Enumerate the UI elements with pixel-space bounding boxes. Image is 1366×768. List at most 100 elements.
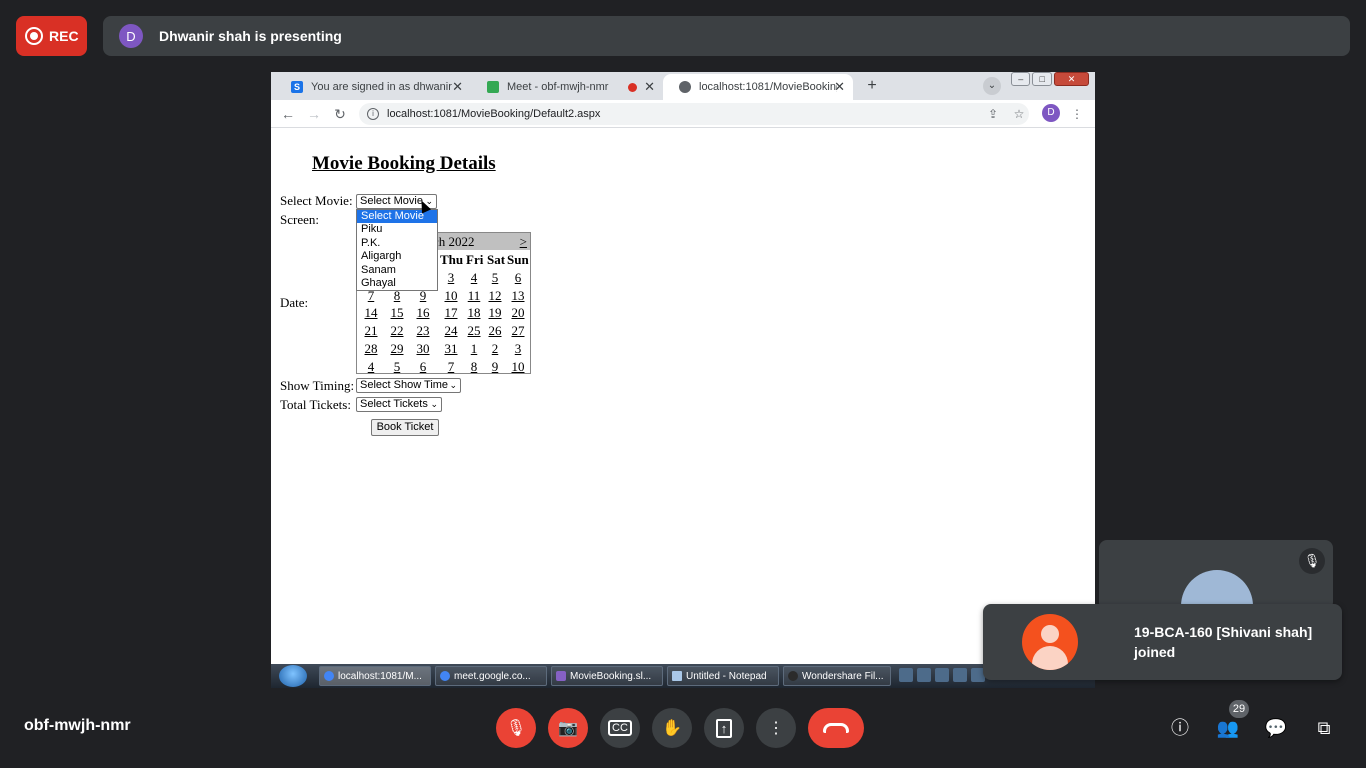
calendar-next-link[interactable]: > xyxy=(520,234,527,250)
calendar-day[interactable]: 28 xyxy=(360,341,382,357)
bookmark-star-icon[interactable]: ☆ xyxy=(1010,105,1028,123)
address-bar[interactable]: i localhost:1081/MovieBooking/Default2.a… xyxy=(359,103,1029,125)
calendar-day[interactable]: 14 xyxy=(360,305,382,321)
calendar-day[interactable]: 20 xyxy=(507,305,529,321)
meet-icon xyxy=(487,81,499,93)
browser-tab-2[interactable]: Meet - obf-mwjh-nmr ✕ xyxy=(471,74,663,100)
rec-label: REC xyxy=(49,28,79,44)
calendar-day[interactable]: 25 xyxy=(463,323,485,339)
captions-icon: CC xyxy=(608,720,632,736)
calendar-day[interactable]: 21 xyxy=(360,323,382,339)
calendar-day[interactable]: 23 xyxy=(412,323,434,339)
close-tab-icon[interactable]: ✕ xyxy=(452,79,463,95)
calendar-day[interactable]: 11 xyxy=(463,288,485,304)
calendar-day[interactable]: 7 xyxy=(440,359,462,375)
back-icon[interactable]: ← xyxy=(279,105,297,123)
calendar-day[interactable]: 8 xyxy=(463,359,485,375)
leave-call-button[interactable] xyxy=(808,708,864,748)
calendar-day[interactable]: 22 xyxy=(386,323,408,339)
day-header: Sat xyxy=(487,252,506,267)
calendar-day[interactable]: 30 xyxy=(412,341,434,357)
calendar-day[interactable]: 2 xyxy=(484,341,506,357)
calendar-day[interactable]: 10 xyxy=(507,359,529,375)
calendar-day[interactable]: 29 xyxy=(386,341,408,357)
calendar-month: ch 2022 xyxy=(433,234,475,249)
tray-icon[interactable] xyxy=(935,668,949,682)
taskbar-item[interactable]: Untitled - Notepad xyxy=(667,666,779,686)
calendar-day[interactable]: 26 xyxy=(484,323,506,339)
start-button-icon[interactable] xyxy=(279,665,307,687)
activities-icon[interactable]: ⧉ xyxy=(1312,716,1336,740)
book-ticket-button[interactable]: Book Ticket xyxy=(371,419,439,436)
calendar-day[interactable]: 5 xyxy=(484,270,506,286)
tickets-select[interactable]: Select Tickets ⌄ xyxy=(356,397,442,412)
calendar-day[interactable]: 17 xyxy=(440,305,462,321)
tab-label: localhost:1081/MovieBooking/D xyxy=(699,81,837,93)
share-icon[interactable]: ⇪ xyxy=(984,105,1002,123)
kebab-menu-icon: ⋮ xyxy=(768,720,784,737)
calendar-day[interactable]: 24 xyxy=(440,323,462,339)
hang-up-icon xyxy=(823,723,849,733)
captions-button[interactable]: CC xyxy=(600,708,640,748)
raise-hand-button[interactable]: ✋ xyxy=(652,708,692,748)
show-time-select[interactable]: Select Show Time ⌄ xyxy=(356,378,461,393)
mic-toggle-button[interactable]: 🎙 xyxy=(496,708,536,748)
taskbar-item[interactable]: localhost:1081/M... xyxy=(319,666,431,686)
calendar-day[interactable]: 19 xyxy=(484,305,506,321)
movie-option[interactable]: Ghayal xyxy=(357,277,437,290)
forward-icon[interactable]: → xyxy=(305,105,323,123)
calendar-day[interactable]: 13 xyxy=(507,288,529,304)
calendar-day[interactable]: 4 xyxy=(463,270,485,286)
day-header: Sun xyxy=(507,252,529,267)
browser-tab-3[interactable]: localhost:1081/MovieBooking/D ✕ xyxy=(663,74,853,100)
calendar-day[interactable]: 27 xyxy=(507,323,529,339)
new-tab-icon[interactable]: + xyxy=(863,77,881,95)
close-tab-icon[interactable]: ✕ xyxy=(644,79,655,95)
taskbar-item[interactable]: meet.google.co... xyxy=(435,666,547,686)
calendar-day[interactable]: 15 xyxy=(386,305,408,321)
movie-option[interactable]: Sanam xyxy=(357,264,437,277)
browser-tab-1[interactable]: S You are signed in as dhwanir ✕ xyxy=(275,74,471,100)
tray-icon[interactable] xyxy=(917,668,931,682)
calendar-day[interactable]: 3 xyxy=(440,270,462,286)
calendar-day[interactable]: 5 xyxy=(386,359,408,375)
more-options-button[interactable]: ⋮ xyxy=(756,708,796,748)
people-icon[interactable]: 👥 xyxy=(1216,716,1240,740)
calendar-day[interactable]: 16 xyxy=(412,305,434,321)
calendar-day[interactable]: 9 xyxy=(484,359,506,375)
reload-icon[interactable]: ↻ xyxy=(331,105,349,123)
kebab-menu-icon[interactable]: ⋮ xyxy=(1068,105,1086,123)
join-notification: 19-BCA-160 [Shivani shah] joined xyxy=(983,604,1342,680)
meeting-info-icon[interactable]: ⓘ xyxy=(1168,716,1192,740)
maximize-icon[interactable]: □ xyxy=(1032,72,1052,86)
profile-avatar[interactable]: D xyxy=(1042,104,1060,122)
minimize-icon[interactable]: – xyxy=(1011,72,1031,86)
present-button[interactable]: ↑ xyxy=(704,708,744,748)
movie-option[interactable]: P.K. xyxy=(357,237,437,250)
camera-toggle-button[interactable]: 📷 xyxy=(548,708,588,748)
calendar-day[interactable]: 3 xyxy=(507,341,529,357)
taskbar-item[interactable]: Wondershare Fil... xyxy=(783,666,891,686)
calendar-day[interactable]: 4 xyxy=(360,359,382,375)
chat-icon[interactable]: 💬 xyxy=(1264,716,1288,740)
calendar-day[interactable]: 18 xyxy=(463,305,485,321)
calendar-day[interactable]: 6 xyxy=(507,270,529,286)
tray-icon[interactable] xyxy=(899,668,913,682)
info-icon[interactable]: i xyxy=(367,108,379,120)
mic-off-icon: 🎙 xyxy=(1299,548,1325,574)
calendar-day[interactable]: 31 xyxy=(440,341,462,357)
calendar-day[interactable]: 1 xyxy=(463,341,485,357)
tab-search-icon[interactable]: ⌄ xyxy=(983,77,1001,95)
calendar-day[interactable]: 6 xyxy=(412,359,434,375)
calendar-day[interactable]: 10 xyxy=(440,288,462,304)
movie-option[interactable]: Aligargh xyxy=(357,250,437,263)
participant-tile[interactable]: 🎙 xyxy=(1099,540,1333,610)
windows-taskbar: localhost:1081/M... meet.google.co... Mo… xyxy=(271,664,1095,688)
window-close-icon[interactable]: ✕ xyxy=(1053,72,1089,86)
tray-icon[interactable] xyxy=(953,668,967,682)
close-tab-icon[interactable]: ✕ xyxy=(834,79,845,95)
movie-option[interactable]: Piku xyxy=(357,223,437,236)
taskbar-item[interactable]: MovieBooking.sl... xyxy=(551,666,663,686)
meeting-code: obf-mwjh-nmr xyxy=(24,717,131,734)
calendar-day[interactable]: 12 xyxy=(484,288,506,304)
